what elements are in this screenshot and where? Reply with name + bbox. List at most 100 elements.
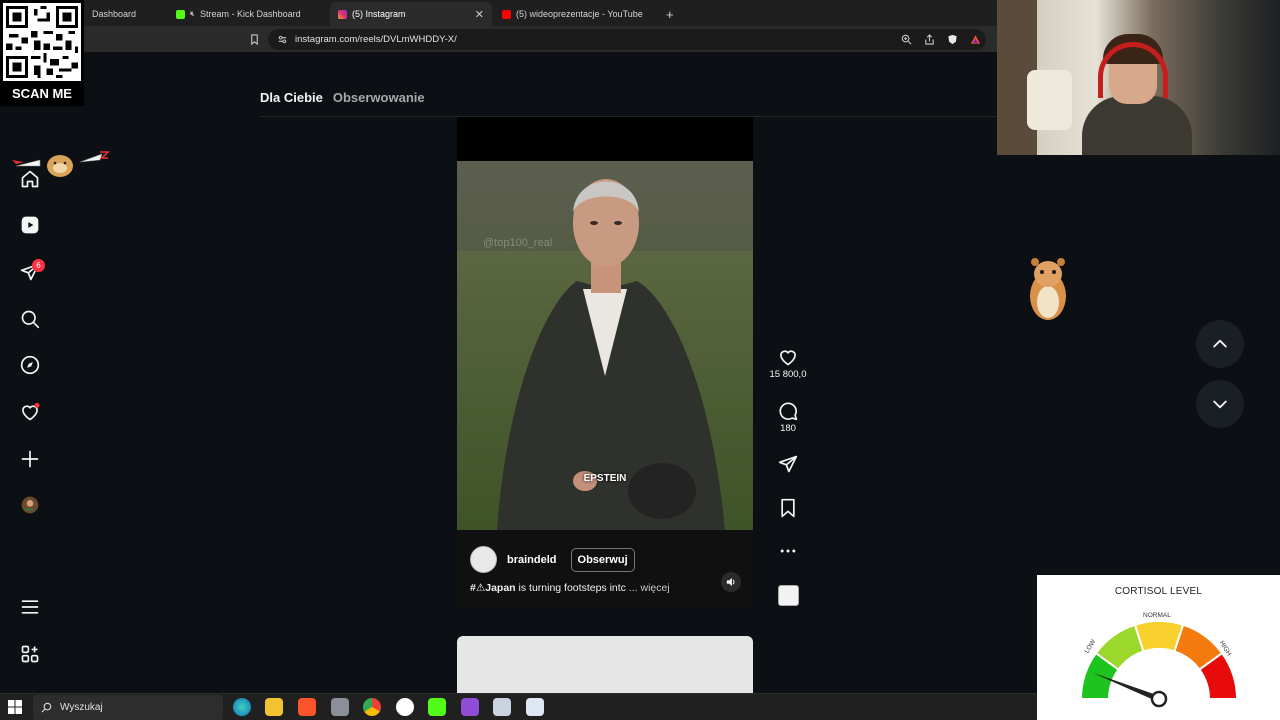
hamster-sticker xyxy=(1025,254,1071,329)
author-avatar[interactable] xyxy=(470,546,497,573)
url-input[interactable]: instagram.com/reels/DVLmWHDDY-X/ xyxy=(268,29,986,50)
cortisol-widget: CORTISOL LEVEL LOW NORMAL HIGH xyxy=(1037,575,1280,720)
menu-icon xyxy=(21,600,39,614)
tab-title: Stream - Kick Dashboard xyxy=(200,9,301,19)
brave-icon[interactable] xyxy=(298,698,316,716)
app-icon[interactable] xyxy=(331,698,349,716)
comment-count: 180 xyxy=(780,423,796,434)
gauge-label-normal: NORMAL xyxy=(1143,612,1171,619)
sidebar-item-notifications[interactable] xyxy=(19,401,41,423)
heart-icon xyxy=(780,350,796,366)
chevron-up-icon xyxy=(1213,339,1227,348)
save-button[interactable] xyxy=(768,498,808,518)
compass-icon xyxy=(20,355,40,375)
chevron-down-icon xyxy=(1213,400,1227,409)
plus-icon xyxy=(21,450,39,468)
reel-video[interactable]: @top100_real EPSTEIN xyxy=(457,161,753,530)
taskbar-search-placeholder: Wyszukaj xyxy=(60,702,103,713)
author-row: braindeld Obserwuj xyxy=(470,546,635,573)
sidebar-item-more[interactable] xyxy=(19,596,41,618)
tab-title: (5) Instagram xyxy=(352,9,406,19)
qr-code-image xyxy=(3,3,81,81)
share-button[interactable] xyxy=(768,454,808,474)
url-text: instagram.com/reels/DVLmWHDDY-X/ xyxy=(295,34,457,45)
close-tab-icon[interactable]: ✕ xyxy=(475,8,484,21)
author-username[interactable]: braindeld xyxy=(507,554,557,566)
tab-dashboard[interactable]: Dashboard xyxy=(84,2,166,26)
bookmark-icon xyxy=(781,498,795,518)
scan-me-label: SCAN ME xyxy=(12,86,72,101)
app-icon[interactable] xyxy=(526,698,544,716)
brave-shield-icon[interactable] xyxy=(947,34,958,48)
brave-rewards-icon[interactable] xyxy=(970,34,981,48)
sidebar-item-search[interactable] xyxy=(19,308,41,330)
kick-favicon-icon xyxy=(176,9,185,19)
edge-icon[interactable] xyxy=(233,698,251,716)
comment-icon xyxy=(779,402,798,421)
search-icon xyxy=(21,310,40,329)
tab-kick-dashboard[interactable]: 🔇︎ Stream - Kick Dashboard xyxy=(168,2,328,26)
new-tab-button[interactable]: + xyxy=(658,2,682,26)
cortisol-gauge xyxy=(1079,620,1239,708)
app-icon[interactable] xyxy=(461,698,479,716)
sidebar-item-create[interactable] xyxy=(19,448,41,470)
send-icon xyxy=(778,455,798,473)
original-audio-thumbnail[interactable] xyxy=(778,585,799,606)
bookmark-icon[interactable] xyxy=(249,34,260,48)
webcam-chair xyxy=(1027,70,1072,130)
next-reel-preview[interactable] xyxy=(457,636,753,696)
site-settings-icon[interactable] xyxy=(277,34,288,48)
reels-icon xyxy=(21,216,39,234)
muted-icon: 🔇︎ xyxy=(190,9,196,18)
like-button[interactable]: 15 800,0 xyxy=(768,347,808,380)
sidebar-item-reels[interactable] xyxy=(19,214,41,236)
follow-button[interactable]: Obserwuj xyxy=(570,547,635,572)
messages-badge: 6 xyxy=(32,259,45,272)
sidebar-item-home[interactable] xyxy=(19,168,41,190)
speaker-icon xyxy=(726,577,735,587)
obs-icon[interactable] xyxy=(396,698,414,716)
streamer-body xyxy=(1082,96,1192,155)
tab-title: Dashboard xyxy=(92,9,137,19)
gauge-hub xyxy=(1150,690,1168,708)
reel-player[interactable]: @top100_real EPSTEIN braindeld Obserwuj … xyxy=(457,117,753,608)
like-count: 15 800,0 xyxy=(769,369,807,380)
app-icon[interactable] xyxy=(493,698,511,716)
share-icon[interactable] xyxy=(924,34,935,48)
caption-hashtag[interactable]: #⚠Japan xyxy=(470,582,516,594)
chrome-icon[interactable] xyxy=(363,698,381,716)
instagram-favicon-icon xyxy=(338,9,347,19)
tab-following[interactable]: Obserwowanie xyxy=(333,90,425,105)
search-icon xyxy=(41,702,52,713)
comment-button[interactable]: 180 xyxy=(768,401,808,434)
windows-start-icon[interactable] xyxy=(8,700,22,714)
zoom-icon[interactable] xyxy=(901,34,912,48)
next-reel-button[interactable] xyxy=(1196,380,1244,428)
sound-toggle[interactable] xyxy=(721,572,741,592)
tab-instagram[interactable]: (5) Instagram ✕ xyxy=(330,2,492,26)
taskbar-search[interactable]: Wyszukaj xyxy=(33,695,223,720)
apps-grid-icon xyxy=(21,645,39,663)
tab-title: (5) wideoprezentacje - YouTube xyxy=(516,9,643,19)
caption-more-link[interactable]: ... więcej xyxy=(629,582,670,594)
heart-icon xyxy=(22,402,40,421)
kick-icon[interactable] xyxy=(428,698,446,716)
more-options-button[interactable] xyxy=(768,541,808,561)
browser-tab-bar: Dashboard 🔇︎ Stream - Kick Dashboard (5)… xyxy=(0,0,997,26)
reel-footer: braindeld Obserwuj #⚠Japan is turning fo… xyxy=(457,530,753,608)
plus-icon: + xyxy=(666,6,674,22)
sidebar-item-explore[interactable] xyxy=(19,354,41,376)
caption-text: is turning footsteps intc xyxy=(515,582,626,594)
more-dots-icon xyxy=(780,549,796,553)
reel-overlay-caption: EPSTEIN xyxy=(583,473,627,484)
webcam-overlay xyxy=(997,0,1280,155)
previous-reel-button[interactable] xyxy=(1196,320,1244,368)
home-icon xyxy=(21,170,39,188)
reel-watermark: @top100_real xyxy=(483,237,553,249)
sidebar-item-profile[interactable] xyxy=(19,494,41,516)
reel-caption[interactable]: #⚠Japan is turning footsteps intc ... wi… xyxy=(470,582,710,594)
sidebar-item-also-from-meta[interactable] xyxy=(19,643,41,665)
tab-for-you[interactable]: Dla Ciebie xyxy=(260,90,323,105)
tab-youtube[interactable]: (5) wideoprezentacje - YouTube xyxy=(494,2,654,26)
file-explorer-icon[interactable] xyxy=(265,698,283,716)
